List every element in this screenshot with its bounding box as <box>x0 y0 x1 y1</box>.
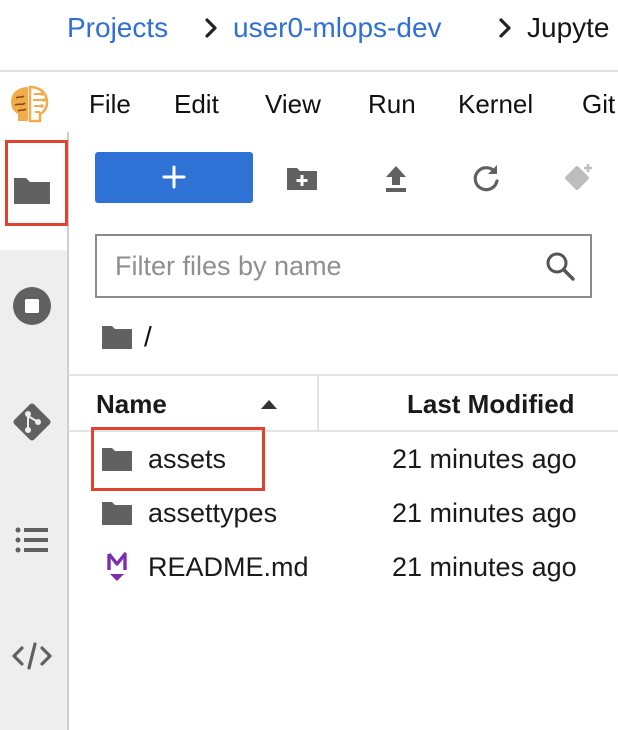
code-icon[interactable] <box>10 634 54 678</box>
stop-circle-icon[interactable] <box>10 284 54 328</box>
file-modified: 21 minutes ago <box>392 498 577 528</box>
file-modified: 21 minutes ago <box>392 444 577 474</box>
breadcrumb-project[interactable]: user0-mlops-dev <box>233 10 442 46</box>
column-divider[interactable] <box>317 376 319 432</box>
markdown-icon <box>107 552 127 581</box>
git-clone-icon[interactable] <box>558 158 598 198</box>
refresh-icon[interactable] <box>466 158 506 198</box>
menu-file[interactable]: File <box>89 88 131 120</box>
file-row-readme[interactable]: README.md 21 minutes ago <box>69 540 618 594</box>
menu-bar: File Edit View Run Kernel Git <box>0 72 618 132</box>
folder-icon[interactable] <box>100 322 134 352</box>
breadcrumb-current: Jupyte <box>527 12 610 43</box>
last-modified-column-header[interactable]: Last Modified <box>407 388 575 420</box>
folder-icon <box>102 502 132 525</box>
file-modified: 21 minutes ago <box>392 552 577 582</box>
upload-icon[interactable] <box>376 158 416 198</box>
search-icon[interactable] <box>544 250 576 282</box>
menu-edit[interactable]: Edit <box>174 88 219 120</box>
menu-view[interactable]: View <box>265 88 321 120</box>
git-icon[interactable] <box>10 400 54 444</box>
sort-ascending-icon[interactable] <box>259 398 279 410</box>
new-folder-icon[interactable] <box>282 158 322 198</box>
menu-run[interactable]: Run <box>368 88 416 120</box>
menu-kernel[interactable]: Kernel <box>458 88 533 120</box>
menu-git[interactable]: Git <box>582 88 615 120</box>
brain-logo-icon <box>11 85 49 123</box>
file-list-header: Name Last Modified <box>69 374 618 432</box>
name-column-header[interactable]: Name <box>96 388 167 420</box>
filter-input[interactable] <box>115 246 535 286</box>
file-row-assettypes[interactable]: assettypes 21 minutes ago <box>69 486 618 540</box>
breadcrumb-projects[interactable]: Projects <box>67 10 168 46</box>
highlight-box <box>91 427 265 491</box>
highlight-box <box>5 140 68 226</box>
new-launcher-button[interactable] <box>95 152 253 203</box>
file-name[interactable]: assettypes <box>148 496 277 530</box>
breadcrumb: Projects user0-mlops-dev Jupyte <box>0 0 618 58</box>
path-text[interactable]: / <box>144 318 152 356</box>
plus-icon <box>162 165 186 189</box>
filter-box <box>95 234 592 298</box>
list-icon[interactable] <box>10 518 54 562</box>
chevron-right-icon <box>499 18 511 38</box>
file-name[interactable]: README.md <box>148 550 309 584</box>
chevron-right-icon <box>205 18 217 38</box>
